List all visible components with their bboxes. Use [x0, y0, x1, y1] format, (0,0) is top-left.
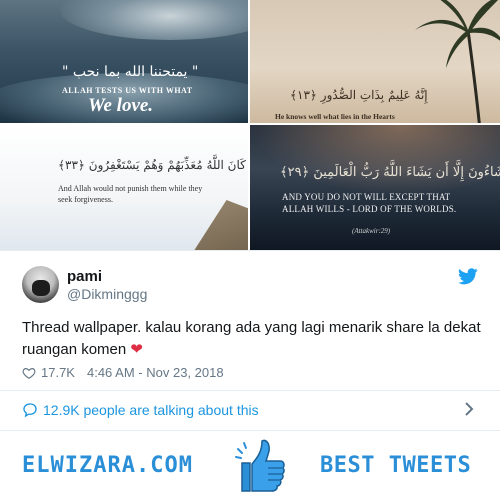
- avatar-figure: [32, 280, 50, 296]
- arabic-verse: وَمَا كَانَ اللَّهُ مُعَذِّبَهُمْ وَهُمْ…: [58, 158, 248, 172]
- speech-bubble-icon: [23, 403, 37, 418]
- ocean-wave-decoration: [60, 0, 248, 40]
- chevron-right-icon[interactable]: [464, 402, 474, 416]
- arabic-verse: وَمَا تَشَاءُونَ إِلَّا أَن يَشَاءَ اللَ…: [280, 165, 500, 180]
- arabic-quote: " يمتحننا الله بما نحب ": [62, 64, 199, 80]
- user-handle[interactable]: @Dikminggg: [67, 286, 147, 302]
- tweet-meta: 17.7K 4:46 AM - Nov 23, 2018: [22, 365, 224, 380]
- site-brand-name[interactable]: ELWIZARA.COM: [22, 453, 193, 478]
- tweet-body: Thread wallpaper. kalau korang ada yang …: [22, 319, 481, 358]
- best-tweets-label: BEST TWEETS: [320, 453, 472, 478]
- mountain-decoration: [188, 200, 248, 250]
- arabic-verse: إِنَّهُ عَلِيمٌ بِذَاتِ الصُّدُورِ ﴿١٣﴾: [290, 88, 428, 102]
- twitter-logo-icon[interactable]: [458, 268, 478, 285]
- display-name[interactable]: pami: [67, 268, 102, 285]
- conversation-link[interactable]: 12.9K people are talking about this: [22, 400, 480, 420]
- red-heart-emoji: ❤: [130, 341, 143, 358]
- heart-outline-icon[interactable]: [22, 366, 36, 380]
- wallpaper-image-3[interactable]: وَمَا كَانَ اللَّهُ مُعَذِّبَهُمْ وَهُمْ…: [0, 125, 248, 250]
- tweet-timestamp[interactable]: 4:46 AM - Nov 23, 2018: [87, 365, 224, 380]
- divider: [0, 390, 500, 391]
- wallpaper-image-1[interactable]: " يمتحننا الله بما نحب " ALLAH TESTS US …: [0, 0, 248, 123]
- palm-tree-silhouette: [415, 0, 500, 123]
- wallpaper-image-4[interactable]: وَمَا تَشَاءُونَ إِلَّا أَن يَشَاءَ اللَ…: [250, 125, 500, 250]
- conversation-count-text[interactable]: 12.9K people are talking about this: [43, 402, 259, 418]
- tweet-text: Thread wallpaper. kalau korang ada yang …: [22, 317, 482, 361]
- tweet-image-grid[interactable]: " يمتحننا الله بما نحب " ALLAH TESTS US …: [0, 0, 500, 250]
- thumbs-up-icon: [235, 439, 285, 492]
- verse-citation: (Attakwir:29): [352, 227, 391, 235]
- site-footer-banner: ELWIZARA.COM BEST TWEETS: [0, 430, 500, 502]
- verse-translation: He knows well what lies in the Hearts: [275, 112, 395, 121]
- verse-translation: And Allah would not punish them while th…: [58, 184, 203, 204]
- quote-line-2: We love.: [88, 95, 154, 116]
- sunset-glow-decoration: [250, 125, 500, 195]
- tweet-card: pami @Dikminggg Thread wallpaper. kalau …: [0, 250, 500, 390]
- quote-line-1: ALLAH TESTS US WITH WHAT: [62, 86, 193, 95]
- verse-translation: AND YOU DO NOT WILL EXCEPT THAT ALLAH WI…: [282, 192, 457, 214]
- like-count[interactable]: 17.7K: [41, 365, 75, 380]
- wallpaper-image-2[interactable]: إِنَّهُ عَلِيمٌ بِذَاتِ الصُّدُورِ ﴿١٣﴾ …: [250, 0, 500, 123]
- avatar[interactable]: [22, 266, 59, 303]
